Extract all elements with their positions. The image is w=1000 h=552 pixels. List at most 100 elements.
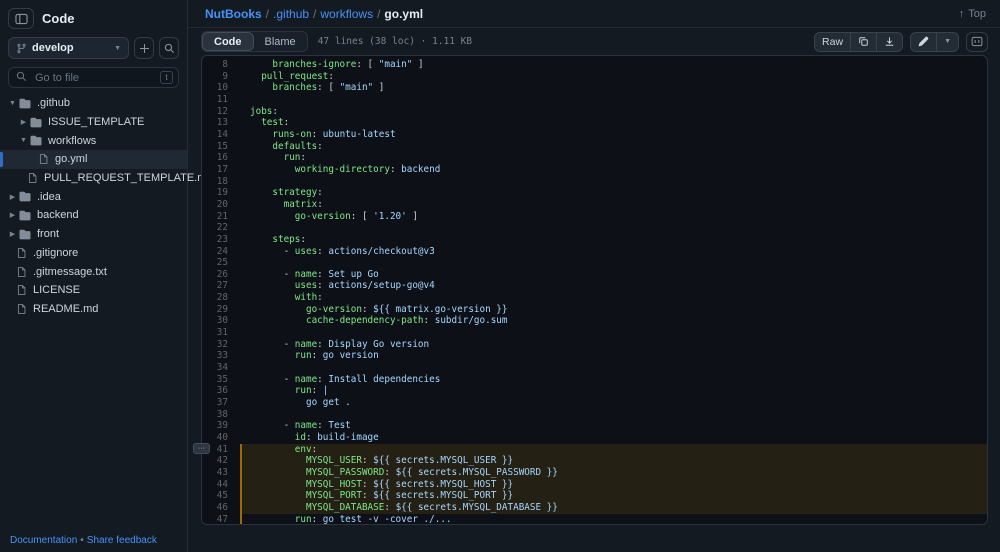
line-number[interactable]: 40 xyxy=(202,432,240,444)
download-button[interactable] xyxy=(876,32,902,51)
edit-file-button[interactable] xyxy=(911,33,936,51)
tree-item-readme.md[interactable]: README.md xyxy=(0,300,187,319)
line-number[interactable]: 18 xyxy=(202,176,240,188)
line-number[interactable]: 12 xyxy=(202,106,240,118)
line-number[interactable]: 11 xyxy=(202,94,240,106)
panel-toggle-icon xyxy=(14,13,28,25)
scroll-to-top-button[interactable]: ↑ Top xyxy=(959,8,986,20)
tab-blame[interactable]: Blame xyxy=(254,32,307,51)
line-number[interactable]: 39 xyxy=(202,420,240,432)
line-number[interactable]: 42 xyxy=(202,455,240,467)
tree-item-pull_request_template.md[interactable]: PULL_REQUEST_TEMPLATE.md xyxy=(0,169,213,188)
line-number[interactable]: 17 xyxy=(202,164,240,176)
tree-item-workflows[interactable]: ▼ workflows xyxy=(0,131,187,150)
line-number[interactable]: 20 xyxy=(202,199,240,211)
code-line-content: go-version: [ '1.20' ] xyxy=(294,210,418,222)
line-number[interactable]: 31 xyxy=(202,327,240,339)
branch-selector[interactable]: develop ▼ xyxy=(8,37,129,59)
line-number[interactable]: 24 xyxy=(202,246,240,258)
line-number[interactable]: 37 xyxy=(202,397,240,409)
line-number[interactable]: 26 xyxy=(202,269,240,281)
tree-item-.gitmessage.txt[interactable]: .gitmessage.txt xyxy=(0,262,187,281)
collapse-file-tree-button[interactable] xyxy=(8,8,34,29)
line-number[interactable]: 8 xyxy=(202,59,240,71)
line-number[interactable]: 19 xyxy=(202,187,240,199)
goto-file-wrap: t xyxy=(8,67,179,88)
code-line-27: 27 uses: actions/setup-go@v4 xyxy=(202,280,987,292)
file-icon xyxy=(27,172,38,184)
share-feedback-link[interactable]: Share feedback xyxy=(87,535,157,546)
new-file-button[interactable] xyxy=(134,37,154,59)
line-number[interactable]: 33 xyxy=(202,350,240,362)
tree-item-issue_template[interactable]: ▶ ISSUE_TEMPLATE xyxy=(0,113,187,132)
line-number[interactable]: 45 xyxy=(202,490,240,502)
line-number[interactable]: 27 xyxy=(202,280,240,292)
tab-code[interactable]: Code xyxy=(202,32,254,51)
toolbar-actions: Raw ▼ xyxy=(814,31,988,52)
file-icon xyxy=(16,284,27,296)
line-number[interactable]: 10 xyxy=(202,82,240,94)
raw-button[interactable]: Raw xyxy=(815,33,850,51)
breadcrumb-current-file: go.yml xyxy=(384,6,424,21)
line-number[interactable]: 43 xyxy=(202,467,240,479)
line-number[interactable]: 47 xyxy=(202,514,240,524)
line-number[interactable]: 14 xyxy=(202,129,240,141)
line-number[interactable]: 44 xyxy=(202,479,240,491)
tree-item-label: go.yml xyxy=(55,153,88,166)
line-number[interactable]: 34 xyxy=(202,362,240,374)
line-number[interactable]: 46 xyxy=(202,502,240,514)
breadcrumb-dir-link[interactable]: workflows xyxy=(320,7,373,21)
line-number[interactable]: 28 xyxy=(202,292,240,304)
tree-item-label: .gitmessage.txt xyxy=(33,265,107,278)
folder-icon xyxy=(19,229,31,240)
line-number[interactable]: 13 xyxy=(202,117,240,129)
tree-item-license[interactable]: LICENSE xyxy=(0,281,187,300)
line-number[interactable]: 35 xyxy=(202,374,240,386)
code-line-30: 30 cache-dependency-path: subdir/go.sum xyxy=(202,315,987,327)
branch-name: develop xyxy=(32,42,74,54)
documentation-link[interactable]: Documentation xyxy=(10,535,77,546)
line-number[interactable]: 21 xyxy=(202,211,240,223)
code-line-content: working-directory: backend xyxy=(294,163,441,175)
symbols-panel-button[interactable] xyxy=(966,31,988,52)
line-number[interactable]: 36 xyxy=(202,385,240,397)
line-number[interactable]: 25 xyxy=(202,257,240,269)
chevron-down-icon: ▼ xyxy=(944,38,951,45)
line-number[interactable]: 32 xyxy=(202,339,240,351)
goto-file-input[interactable] xyxy=(8,67,179,88)
line-number[interactable]: 15 xyxy=(202,141,240,153)
copy-button[interactable] xyxy=(850,32,876,51)
breadcrumb-bar: NutBooks / .github / workflows / go.yml … xyxy=(188,0,1000,28)
line-number[interactable]: 30 xyxy=(202,315,240,327)
code-line-content xyxy=(240,222,987,234)
tree-item-label: LICENSE xyxy=(33,284,81,297)
line-number[interactable]: 38 xyxy=(202,409,240,421)
line-number[interactable]: 22 xyxy=(202,222,240,234)
search-tree-button[interactable] xyxy=(159,37,179,59)
tree-item-go.yml[interactable]: go.yml xyxy=(0,150,187,169)
branch-row: develop ▼ xyxy=(0,29,187,59)
code-line-8: 8 branches-ignore: [ "main" ] xyxy=(202,59,987,71)
code-line-17: 17 working-directory: backend xyxy=(202,164,987,176)
tree-item-front[interactable]: ▶ front xyxy=(0,225,187,244)
tree-item-.idea[interactable]: ▶ .idea xyxy=(0,187,187,206)
line-number[interactable]: 29 xyxy=(202,304,240,316)
edit-options-caret-button[interactable]: ▼ xyxy=(936,32,958,51)
code-line-content: run: xyxy=(283,152,306,164)
symbols-panel-icon xyxy=(971,36,983,47)
tree-item-.github[interactable]: ▼ .github xyxy=(0,94,187,113)
tree-item-label: .github xyxy=(37,97,71,110)
plus-icon xyxy=(139,43,150,54)
tree-item-.gitignore[interactable]: .gitignore xyxy=(0,244,187,263)
sidebar-footer: Documentation • Share feedback xyxy=(10,535,157,546)
breadcrumb-dir-link[interactable]: .github xyxy=(273,7,309,21)
tree-item-label: backend xyxy=(37,209,79,222)
tree-item-backend[interactable]: ▶ backend xyxy=(0,206,187,225)
code-line-content: cache-dependency-path: subdir/go.sum xyxy=(305,315,508,327)
line-number[interactable]: 9 xyxy=(202,71,240,83)
highlighted-lines-menu-button[interactable]: ··· xyxy=(193,443,210,454)
line-number[interactable]: 23 xyxy=(202,234,240,246)
breadcrumb-repo-link[interactable]: NutBooks xyxy=(205,7,262,21)
line-number[interactable]: 16 xyxy=(202,152,240,164)
code-line-content: run: go version xyxy=(294,350,379,362)
